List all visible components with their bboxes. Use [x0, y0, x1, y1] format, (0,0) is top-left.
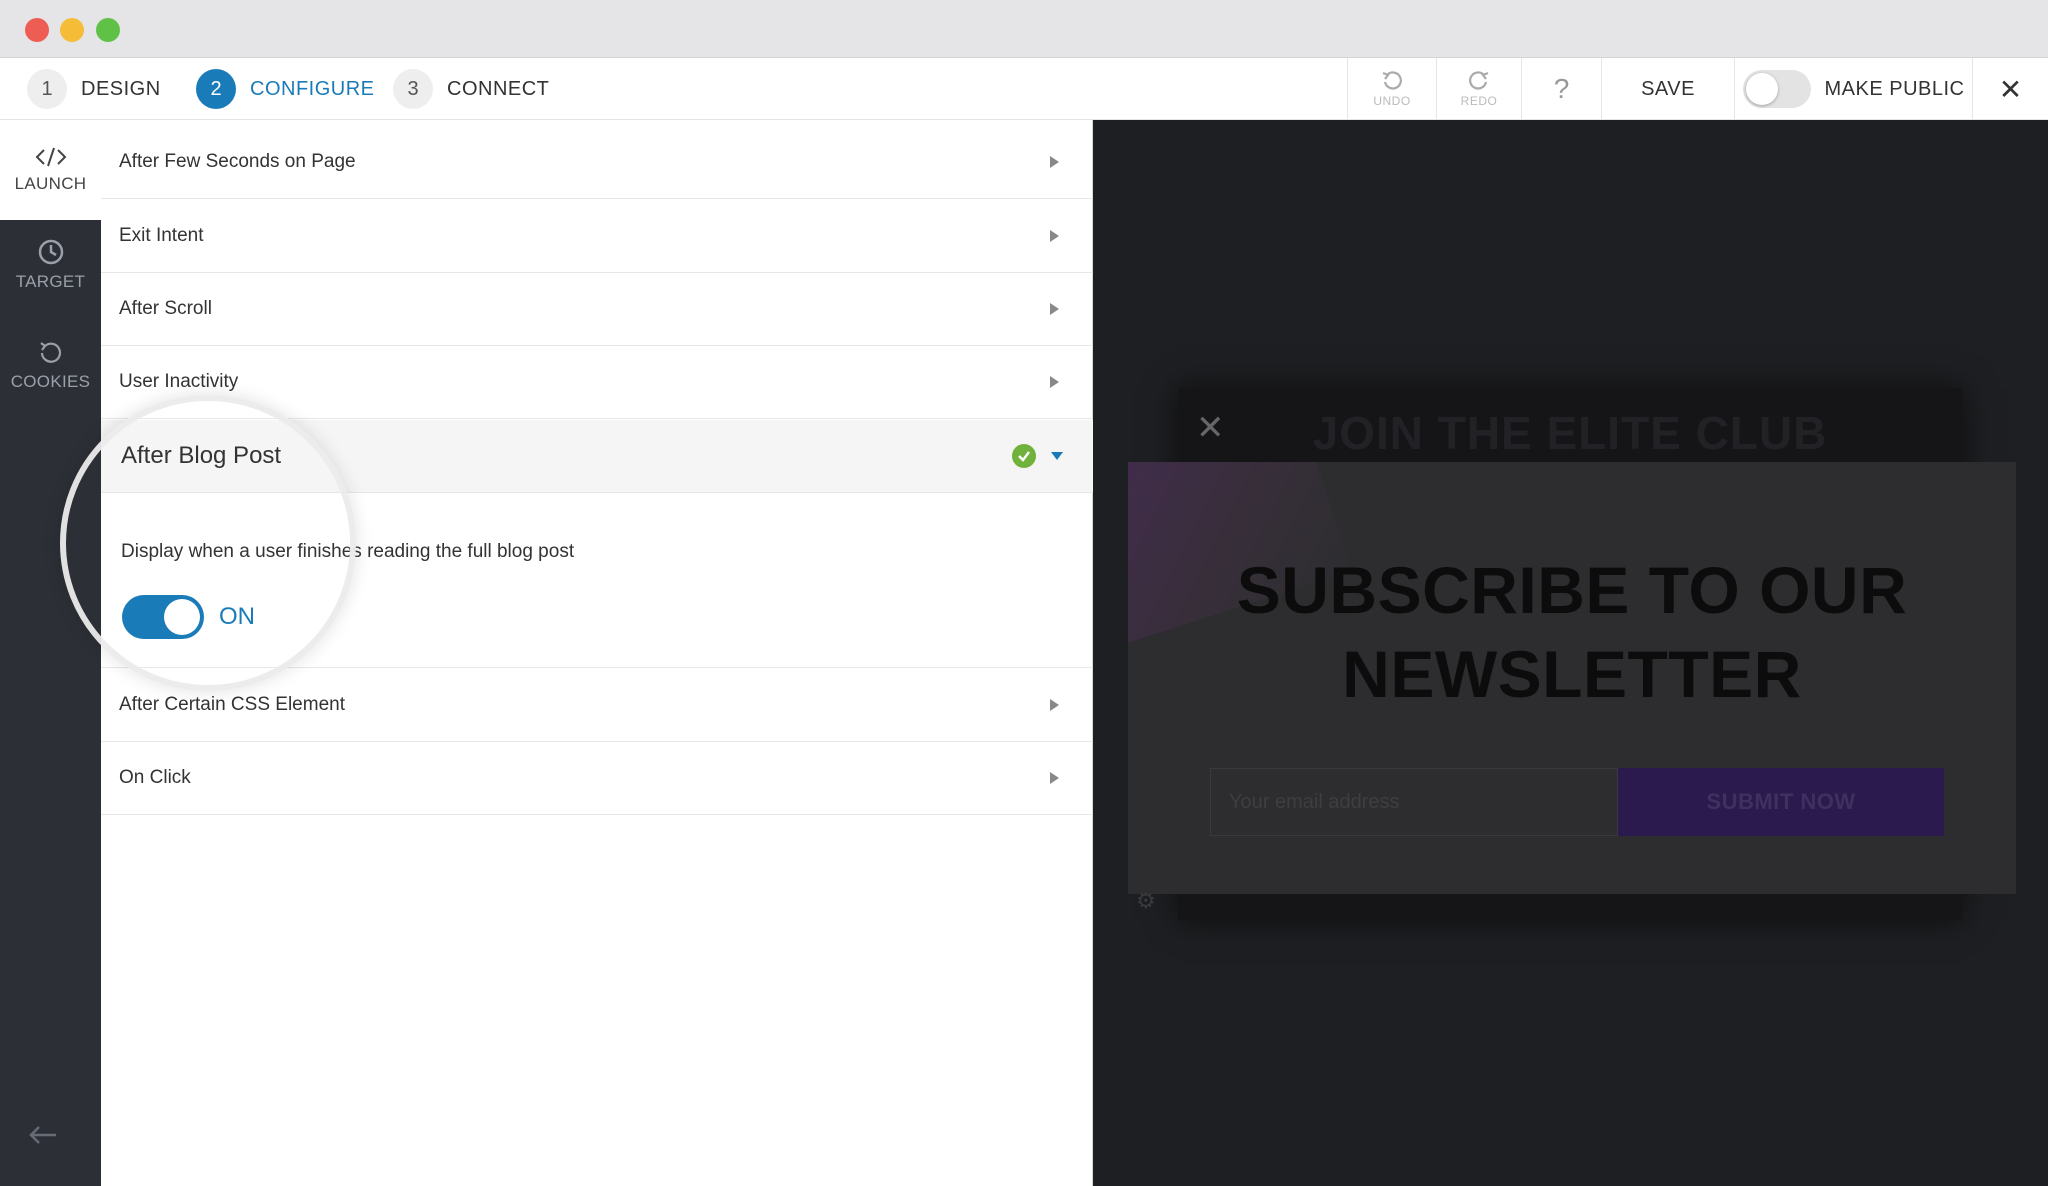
- expand-arrow-icon: [1050, 772, 1059, 784]
- help-button[interactable]: ?: [1521, 58, 1601, 120]
- popup-title: SUBSCRIBE TO OUR NEWSLETTER: [1128, 548, 2016, 716]
- gear-icon[interactable]: ⚙: [1136, 888, 1156, 914]
- toggle-state-label: ON: [219, 603, 255, 630]
- trigger-label: After Certain CSS Element: [119, 694, 345, 715]
- popup-title-line: SUBSCRIBE TO OUR: [1236, 553, 1908, 627]
- trigger-row-after-few-seconds[interactable]: After Few Seconds on Page: [101, 126, 1093, 199]
- trigger-label: After Blog Post: [121, 442, 282, 469]
- help-icon: ?: [1553, 73, 1570, 104]
- trigger-row-exit-intent[interactable]: Exit Intent: [101, 200, 1093, 273]
- step-connect[interactable]: 3 CONNECT: [393, 68, 549, 110]
- sidebar-item-label: COOKIES: [10, 372, 91, 391]
- window-maximize-button[interactable]: [96, 18, 120, 42]
- step-label: DESIGN: [81, 77, 161, 100]
- sidebar-item-label: LAUNCH: [14, 174, 87, 193]
- expand-arrow-icon: [1050, 376, 1059, 388]
- trigger-row-after-scroll[interactable]: After Scroll: [101, 273, 1093, 346]
- trigger-row-on-click[interactable]: On Click: [101, 742, 1093, 815]
- trigger-label: Exit Intent: [119, 225, 204, 246]
- back-button[interactable]: [28, 1120, 58, 1154]
- submit-button[interactable]: SUBMIT NOW: [1618, 768, 1944, 836]
- step-configure[interactable]: 2 CONFIGURE: [196, 68, 375, 110]
- popup-title-line: NEWSLETTER: [1342, 637, 1802, 711]
- popup-back-title: JOIN THE ELITE CLUB: [1312, 407, 1828, 459]
- step-number: 3: [393, 69, 433, 109]
- close-icon: ✕: [1998, 73, 2023, 105]
- trigger-row-user-inactivity[interactable]: User Inactivity: [101, 346, 1093, 419]
- window-titlebar: [0, 0, 2048, 58]
- newsletter-popup: SUBSCRIBE TO OUR NEWSLETTER Your email a…: [1128, 462, 2016, 894]
- undo-button[interactable]: UNDO: [1347, 58, 1436, 120]
- sidebar-item-cookies[interactable]: COOKIES: [0, 338, 101, 392]
- sidebar-item-target[interactable]: TARGET: [0, 238, 101, 292]
- check-icon: [1012, 444, 1036, 468]
- top-navigation: 1 DESIGN 2 CONFIGURE 3 CONNECT UNDO REDO…: [0, 58, 2048, 120]
- after-blog-post-toggle[interactable]: [122, 595, 204, 639]
- step-label: CONNECT: [447, 77, 550, 100]
- expand-arrow-icon: [1050, 699, 1059, 711]
- email-input[interactable]: Your email address: [1210, 768, 1618, 836]
- redo-label: REDO: [1460, 94, 1498, 108]
- make-public-toggle[interactable]: MAKE PUBLIC: [1734, 58, 1972, 120]
- clock-icon: [38, 239, 63, 265]
- collapse-arrow-icon: [1051, 452, 1063, 460]
- save-button[interactable]: SAVE: [1601, 58, 1734, 120]
- refresh-icon: [39, 342, 61, 363]
- undo-label: UNDO: [1373, 94, 1411, 108]
- redo-button[interactable]: REDO: [1436, 58, 1521, 120]
- sidebar-item-launch[interactable]: LAUNCH: [0, 120, 101, 220]
- popup-preview: ✕ JOIN THE ELITE CLUB SUBSCRIBE TO OUR N…: [1094, 120, 2048, 1186]
- undo-icon: [1382, 71, 1402, 90]
- close-editor-button[interactable]: ✕: [1972, 58, 2048, 120]
- sidebar-item-label: TARGET: [15, 272, 86, 291]
- window-minimize-button[interactable]: [60, 18, 84, 42]
- arrow-left-icon: [29, 1126, 56, 1144]
- trigger-label: User Inactivity: [119, 371, 239, 392]
- trigger-label: On Click: [119, 767, 191, 788]
- after-blog-post-settings: Display when a user finishes reading the…: [101, 493, 1093, 668]
- expand-arrow-icon: [1050, 303, 1059, 315]
- step-number: 2: [196, 69, 236, 109]
- trigger-row-after-css-element[interactable]: After Certain CSS Element: [101, 669, 1093, 742]
- step-label: CONFIGURE: [250, 77, 375, 100]
- step-number: 1: [27, 69, 67, 109]
- left-sidebar: LAUNCH TARGET COOKIES: [0, 120, 101, 1186]
- trigger-label: After Scroll: [119, 298, 212, 319]
- code-icon: [35, 147, 66, 167]
- trigger-row-after-blog-post[interactable]: After Blog Post: [101, 420, 1093, 493]
- make-public-switch[interactable]: [1742, 70, 1811, 108]
- window-close-button[interactable]: [25, 18, 49, 42]
- trigger-description: Display when a user finishes reading the…: [121, 541, 575, 562]
- make-public-label: MAKE PUBLIC: [1824, 77, 1965, 100]
- redo-icon: [1469, 71, 1489, 90]
- trigger-settings-panel: After Few Seconds on Page Exit Intent Af…: [101, 120, 1093, 1186]
- trigger-label: After Few Seconds on Page: [119, 151, 356, 172]
- expand-arrow-icon: [1050, 156, 1059, 168]
- expand-arrow-icon: [1050, 230, 1059, 242]
- step-design[interactable]: 1 DESIGN: [27, 68, 161, 110]
